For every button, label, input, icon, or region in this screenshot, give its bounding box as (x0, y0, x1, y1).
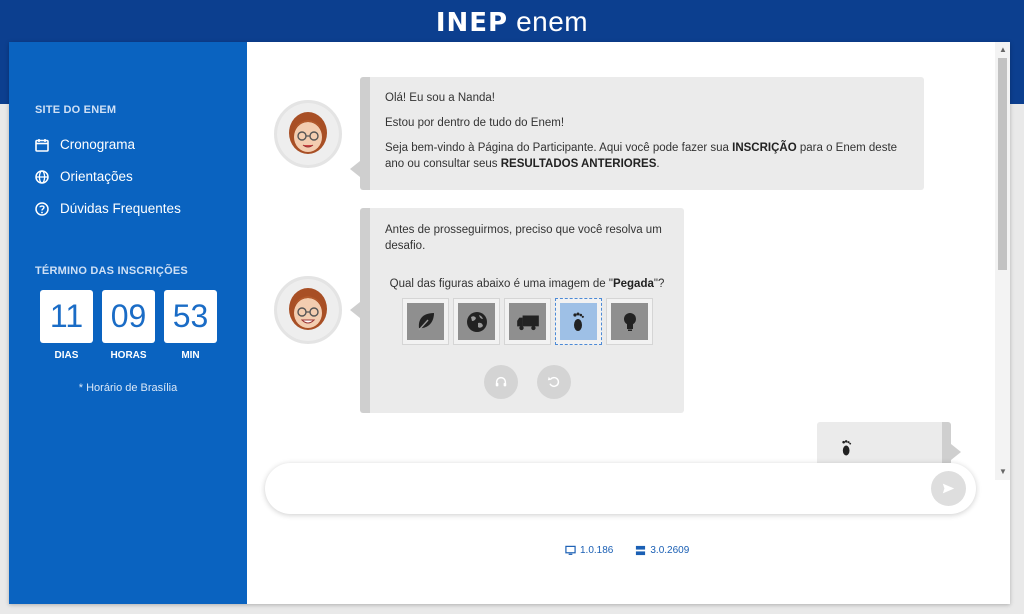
nanda-avatar (274, 100, 342, 168)
version-footer: 1.0.186 3.0.2609 (565, 545, 689, 556)
logo-inep: INEP (435, 8, 509, 38)
message-input-bar (265, 463, 976, 514)
countdown-hours: 09 (102, 290, 155, 343)
captcha-options (402, 298, 653, 345)
welcome-line-1: Olá! Eu sou a Nanda! (385, 92, 495, 104)
bot-message-welcome: Olá! Eu sou a Nanda! Estou por dentro de… (350, 77, 924, 190)
welcome-line-3: Seja bem-vindo à Página do Participante.… (385, 142, 898, 170)
sidebar-link-orientacoes[interactable]: Orientações (35, 169, 133, 184)
main-panel: SITE DO ENEM Cronograma Orientações Dúvi… (9, 42, 1010, 604)
welcome-line-2: Estou por dentro de tudo do Enem! (385, 117, 565, 129)
captcha-option-leaf[interactable] (402, 298, 449, 345)
refresh-captcha-button[interactable] (537, 365, 571, 399)
countdown-heading: TÉRMINO DAS INSCRIÇÕES (35, 265, 188, 277)
server-icon (636, 545, 646, 556)
captcha-question: Qual das figuras abaixo é uma imagem de … (389, 278, 665, 290)
captcha-option-globe[interactable] (453, 298, 500, 345)
sidebar: SITE DO ENEM Cronograma Orientações Dúvi… (9, 42, 247, 604)
leaf-icon (417, 312, 434, 330)
globe-icon (466, 311, 487, 332)
captcha-intro: Antes de prosseguirmos, preciso que você… (385, 224, 662, 252)
monitor-icon (565, 545, 576, 555)
chat-area: Olá! Eu sou a Nanda! Estou por dentro de… (247, 42, 997, 480)
sidebar-link-label: Dúvidas Frequentes (60, 201, 181, 216)
lightbulb-icon (623, 312, 636, 331)
captcha-option-lightbulb[interactable] (606, 298, 653, 345)
frontend-version: 1.0.186 (565, 545, 613, 556)
inscricao-highlight: INSCRIÇÃO (732, 142, 797, 154)
countdown-hours-label: HORAS (110, 350, 147, 361)
captcha-keyword: Pegada (612, 278, 654, 290)
inep-enem-logo: INEP enem (0, 6, 1024, 38)
captcha-option-footprint[interactable] (555, 298, 602, 345)
footprint-icon (572, 312, 584, 331)
backend-version: 3.0.2609 (635, 545, 689, 556)
scroll-up-arrow[interactable]: ▲ (999, 45, 1007, 54)
scroll-thumb[interactable] (998, 58, 1007, 270)
send-button[interactable] (931, 471, 966, 506)
countdown-days: 11 (40, 290, 93, 343)
scroll-down-arrow[interactable]: ▼ (999, 467, 1007, 476)
chat-scrollbar[interactable]: ▲ ▼ (995, 42, 1010, 480)
nanda-avatar (274, 276, 342, 344)
calendar-icon (35, 138, 49, 152)
countdown-minutes-label: MIN (181, 350, 200, 361)
audio-captcha-button[interactable] (484, 365, 518, 399)
truck-icon (516, 315, 539, 330)
timezone-note: * Horário de Brasília (78, 382, 178, 394)
message-input[interactable] (285, 475, 905, 501)
footprint-icon (842, 440, 852, 456)
site-heading: SITE DO ENEM (35, 104, 117, 116)
countdown-days-label: DIAS (54, 350, 79, 361)
countdown-minutes: 53 (164, 290, 217, 343)
globe-icon (35, 169, 49, 184)
bot-message-captcha: Antes de prosseguirmos, preciso que você… (350, 208, 684, 413)
sidebar-link-cronograma[interactable]: Cronograma (35, 137, 135, 152)
captcha-option-truck[interactable] (504, 298, 551, 345)
logo-enem: enem (516, 6, 589, 37)
sidebar-link-label: Cronograma (60, 137, 136, 152)
sidebar-link-label: Orientações (60, 169, 133, 184)
resultados-highlight: RESULTADOS ANTERIORES (500, 158, 657, 170)
send-icon (942, 483, 955, 494)
sidebar-link-duvidas[interactable]: Dúvidas Frequentes (35, 201, 181, 216)
headphones-icon (495, 376, 507, 387)
question-circle-icon (35, 201, 49, 216)
refresh-icon (547, 376, 560, 388)
